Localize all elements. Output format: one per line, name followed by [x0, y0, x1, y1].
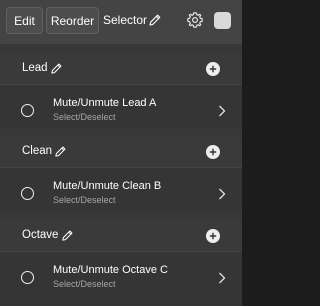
edit-button-label: Edit — [14, 13, 35, 28]
group-header-clean: Clean — [0, 137, 242, 167]
radio-circle-icon[interactable] — [21, 271, 34, 284]
item-subtitle: Select/Deselect — [53, 279, 116, 289]
pencil-icon[interactable] — [61, 229, 74, 242]
list-divider — [0, 44, 242, 54]
chevron-right-icon[interactable] — [218, 188, 226, 200]
pencil-icon[interactable] — [50, 62, 63, 75]
gear-icon[interactable] — [186, 11, 204, 29]
selector-list: Lead Mute/Unmute Lead A Select/Deselect … — [0, 44, 242, 306]
edit-button[interactable]: Edit — [6, 7, 43, 34]
item-title: Mute/Unmute Clean B — [53, 180, 162, 192]
item-subtitle: Select/Deselect — [53, 112, 116, 122]
radio-circle-icon[interactable] — [21, 104, 34, 117]
reorder-button[interactable]: Reorder — [46, 7, 99, 34]
pencil-icon[interactable] — [148, 13, 162, 27]
list-item[interactable]: Mute/Unmute Octave C Select/Deselect — [0, 251, 242, 306]
plus-circle-icon[interactable] — [206, 145, 220, 159]
group-label: Octave — [22, 229, 59, 241]
chevron-right-icon[interactable] — [218, 105, 226, 117]
group-header-lead: Lead — [0, 54, 242, 84]
group-label: Lead — [22, 62, 48, 74]
chevron-right-icon[interactable] — [218, 272, 226, 284]
item-title: Mute/Unmute Octave C — [53, 264, 168, 276]
item-title: Mute/Unmute Lead A — [53, 97, 157, 109]
group-label: Clean — [22, 145, 53, 157]
group-header-octave: Octave — [0, 221, 242, 251]
top-toolbar: Edit Reorder Selector — [0, 0, 242, 44]
color-swatch-button[interactable] — [214, 12, 231, 29]
radio-circle-icon[interactable] — [21, 187, 34, 200]
item-subtitle: Select/Deselect — [53, 195, 116, 205]
pencil-icon[interactable] — [54, 145, 67, 158]
plus-circle-icon[interactable] — [206, 229, 220, 243]
reorder-button-label: Reorder — [50, 13, 95, 28]
plus-circle-icon[interactable] — [206, 62, 220, 76]
selector-title: Selector — [103, 13, 148, 27]
